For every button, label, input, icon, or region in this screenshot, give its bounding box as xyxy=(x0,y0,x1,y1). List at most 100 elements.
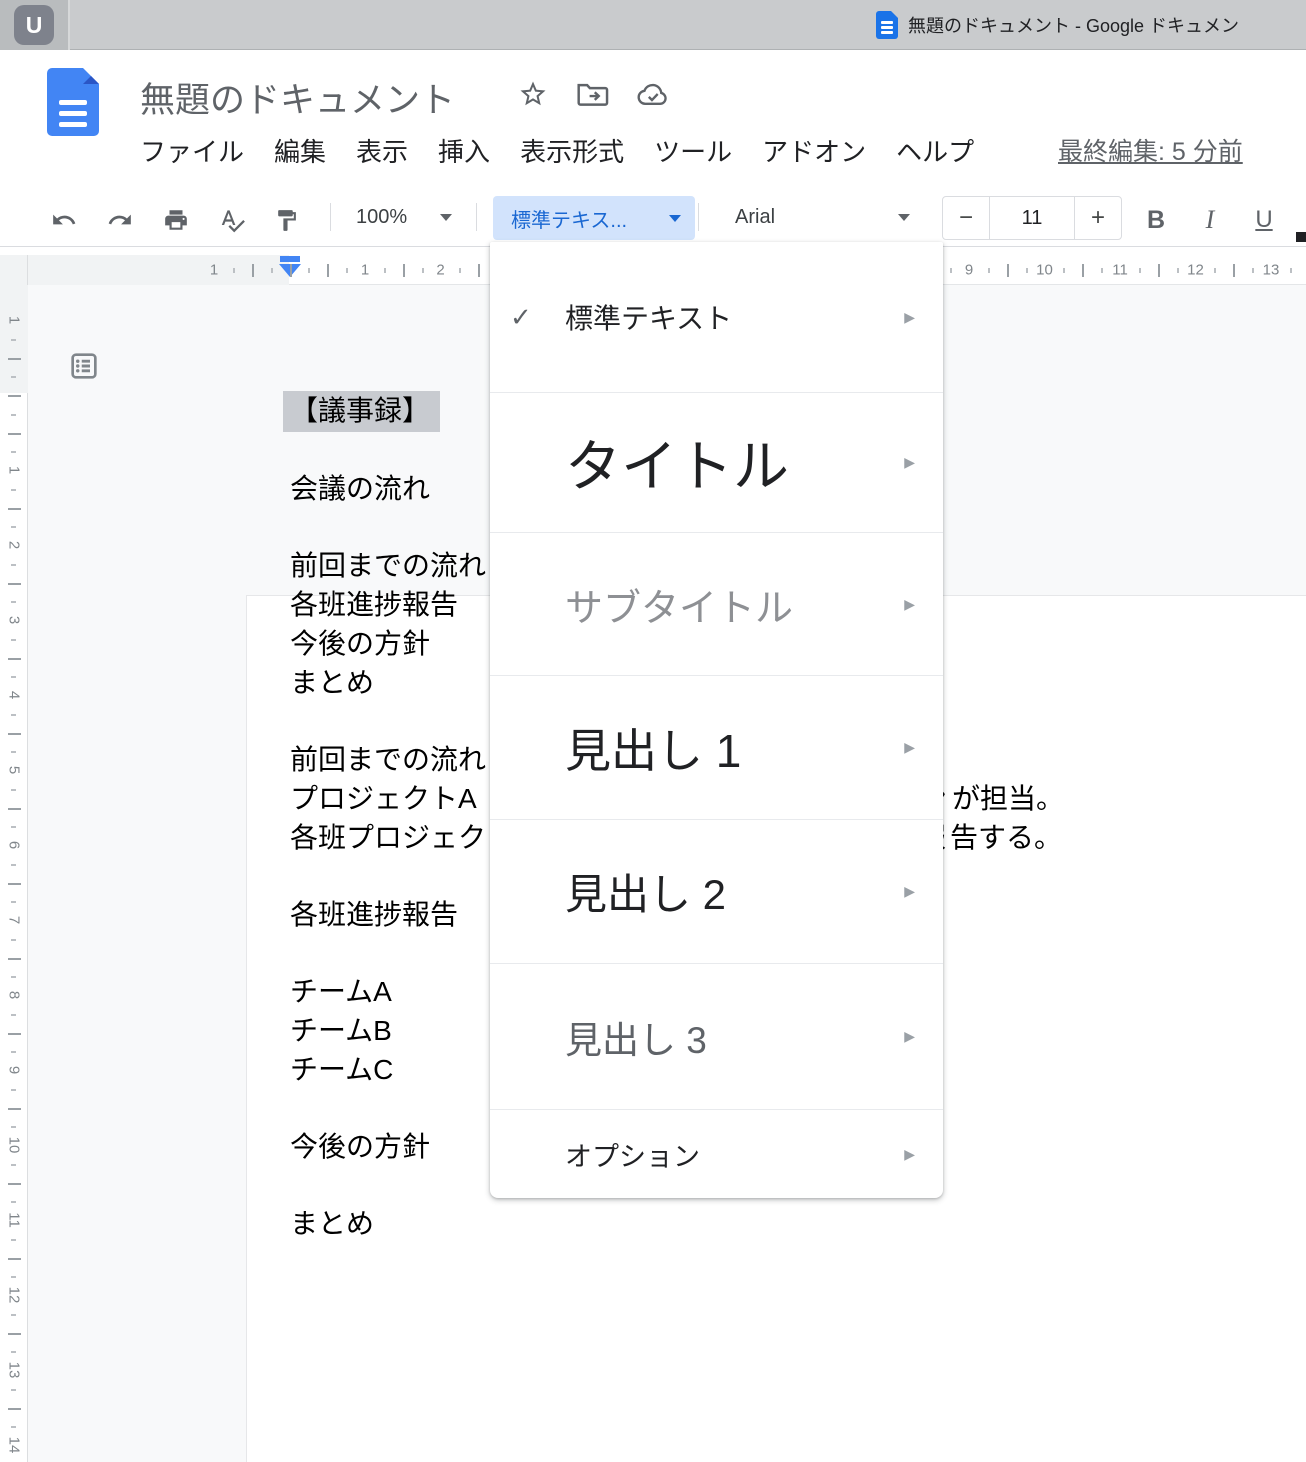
ruler-tick xyxy=(11,376,16,378)
ruler-number: 10 xyxy=(6,1137,23,1154)
ruler-tick xyxy=(1233,264,1235,277)
font-select[interactable]: Arial xyxy=(735,206,775,229)
redo-icon xyxy=(107,207,133,233)
bold-button[interactable]: B xyxy=(1140,203,1172,237)
ruler-tick xyxy=(8,358,21,360)
ruler-tick xyxy=(422,268,424,273)
ruler-tick xyxy=(8,508,21,510)
ruler-tick xyxy=(1158,264,1160,277)
ruler-tick xyxy=(8,808,21,810)
document-title[interactable]: 無題のドキュメント xyxy=(140,72,455,123)
ruler-tick xyxy=(11,639,16,641)
undo-icon xyxy=(51,207,77,233)
underline-button[interactable]: U xyxy=(1248,203,1280,237)
ruler-tick xyxy=(11,751,16,753)
menu-item-3[interactable]: 表示 xyxy=(356,132,408,169)
ruler-tick xyxy=(11,901,16,903)
app-launcher-box: U xyxy=(0,0,70,50)
style-menu-label: サブタイトル xyxy=(565,577,793,632)
ruler-number: 5 xyxy=(6,766,23,774)
star-button[interactable] xyxy=(516,78,550,110)
font-size-decrease-button[interactable]: − xyxy=(942,196,990,240)
ruler-number: 2 xyxy=(6,541,23,549)
style-menu-label: タイトル xyxy=(565,422,789,503)
ruler-number: 2 xyxy=(436,261,444,278)
style-menu-item-6[interactable]: 見出し 3▶ xyxy=(490,964,943,1110)
folder-move-icon xyxy=(576,79,610,109)
style-caret-icon xyxy=(669,215,681,222)
spellcheck-button[interactable] xyxy=(214,202,250,238)
ruler-tick xyxy=(1026,268,1028,273)
first-line-indent-icon[interactable] xyxy=(280,256,300,262)
menu-item-8[interactable]: ヘルプ xyxy=(896,132,974,169)
menu-item-5[interactable]: 表示形式 xyxy=(520,132,624,169)
ruler-tick xyxy=(8,1033,21,1035)
doc-line: プロジェクトA xyxy=(290,782,477,816)
paint-format-button[interactable] xyxy=(268,202,304,238)
ruler-number: 14 xyxy=(6,1437,23,1454)
move-to-folder-button[interactable] xyxy=(576,78,610,110)
font-size-stepper: − 11 + xyxy=(943,196,1122,240)
redo-button[interactable] xyxy=(102,202,138,238)
ruler-number: 7 xyxy=(6,916,23,924)
ruler-tick xyxy=(1252,268,1254,273)
italic-button[interactable]: I xyxy=(1194,203,1226,237)
doc-line: まとめ xyxy=(290,1207,374,1241)
submenu-arrow-icon: ▶ xyxy=(904,883,915,900)
ruler-tick xyxy=(8,1333,21,1335)
app-icon-u[interactable]: U xyxy=(14,5,54,45)
font-caret-icon[interactable] xyxy=(898,214,910,221)
print-button[interactable] xyxy=(158,202,194,238)
menu-item-6[interactable]: ツール xyxy=(654,132,732,169)
ruler-tick xyxy=(11,1126,16,1128)
browser-tab-bar: U 無題のドキュメント - Google ドキュメン xyxy=(0,0,1306,50)
ruler-number: 3 xyxy=(6,616,23,624)
font-size-increase-button[interactable]: + xyxy=(1074,196,1122,240)
ruler-tick xyxy=(8,583,21,585)
ruler-tick xyxy=(1139,268,1141,273)
ruler-number: 1 xyxy=(361,261,369,278)
ruler-tick xyxy=(233,268,235,273)
doc-line: 今後の方針 xyxy=(290,1130,430,1164)
style-menu-item-7[interactable]: オプション▶ xyxy=(490,1110,943,1198)
style-menu-label: 見出し 2 xyxy=(565,861,726,922)
ruler-number: 1 xyxy=(210,261,218,278)
menu-item-1[interactable]: ファイル xyxy=(140,132,244,169)
ruler-tick xyxy=(11,939,16,941)
browser-tab[interactable]: 無題のドキュメント - Google ドキュメン xyxy=(876,0,1306,50)
ruler-tick xyxy=(1101,268,1103,273)
style-menu-item-5[interactable]: 見出し 2 ▶ xyxy=(490,820,943,964)
doc-line-fragment: 告する。 xyxy=(950,821,1062,855)
menu-item-7[interactable]: アドオン xyxy=(762,132,866,169)
zoom-select[interactable]: 100% xyxy=(356,206,407,229)
paint-format-icon xyxy=(274,208,299,233)
font-size-value[interactable]: 11 xyxy=(989,196,1075,240)
show-outline-button[interactable] xyxy=(62,344,106,388)
menu-item-4[interactable]: 挿入 xyxy=(438,132,490,169)
docs-logo-icon[interactable] xyxy=(47,68,99,136)
style-menu-label: 見出し 1 xyxy=(565,715,741,781)
ruler-tick xyxy=(11,1014,16,1016)
zoom-caret-icon[interactable] xyxy=(440,214,452,221)
save-status-button[interactable] xyxy=(636,78,670,110)
ruler-tick xyxy=(11,714,16,716)
ruler-tick xyxy=(308,268,310,273)
ruler-tick xyxy=(8,883,21,885)
last-edit-link[interactable]: 最終編集: 5 分前 xyxy=(1058,132,1243,168)
ruler-tick xyxy=(290,264,292,277)
paragraph-style-button[interactable]: 標準テキス... xyxy=(493,196,695,240)
menu-item-2[interactable]: 編集 xyxy=(274,132,326,169)
ruler-number: 12 xyxy=(6,1287,23,1304)
ruler-tick xyxy=(950,268,952,273)
ruler-number: 8 xyxy=(6,991,23,999)
style-menu-item-2[interactable]: タイトル▶ xyxy=(490,393,943,533)
ruler-tick xyxy=(8,1108,21,1110)
style-menu-item-3[interactable]: サブタイトル▶ xyxy=(490,533,943,676)
doc-line: まとめ xyxy=(290,666,374,700)
undo-button[interactable] xyxy=(46,202,82,238)
doc-line: 各班進捗報告 xyxy=(290,588,458,622)
style-menu-item-4[interactable]: 見出し 1▶ xyxy=(490,676,943,820)
spellcheck-icon xyxy=(219,207,246,234)
style-menu-item-1[interactable]: ✓標準テキスト▶ xyxy=(490,242,943,393)
submenu-arrow-icon: ▶ xyxy=(904,1028,915,1045)
